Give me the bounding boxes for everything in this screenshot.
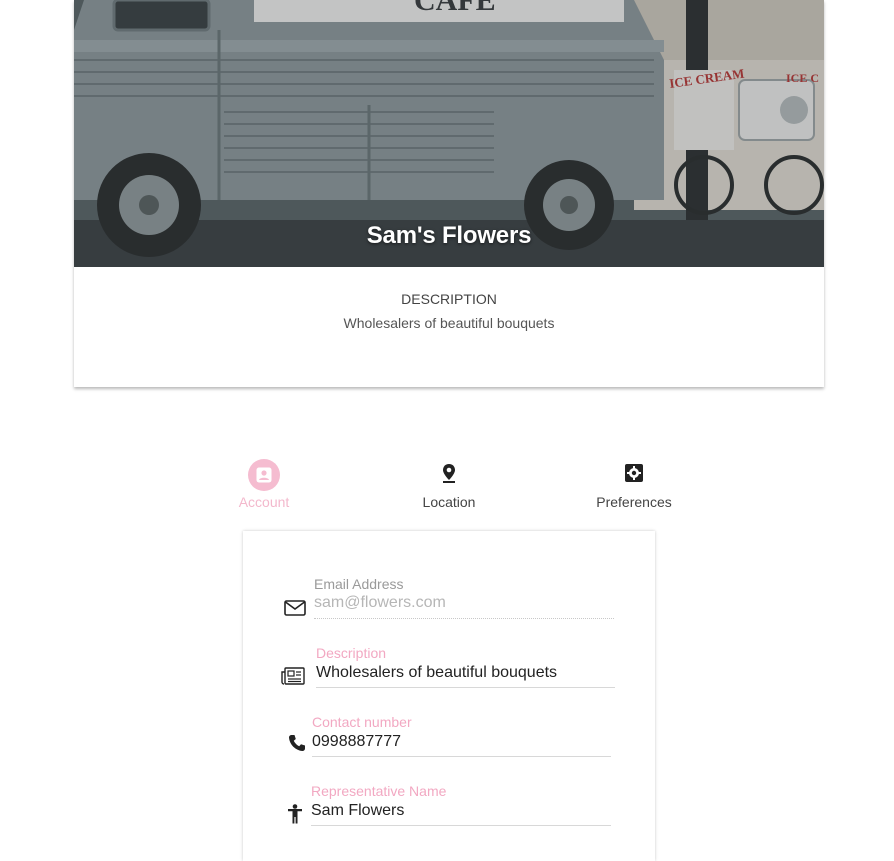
email-underline — [314, 618, 614, 619]
representative-field: Representative Name — [283, 783, 615, 829]
tab-preferences-label: Preferences — [596, 494, 672, 510]
description-text: Wholesalers of beautiful bouquets — [343, 315, 555, 331]
contact-field: Contact number — [285, 714, 615, 760]
description-input[interactable] — [316, 664, 614, 682]
contact-input[interactable] — [312, 733, 610, 751]
newspaper-icon — [281, 664, 305, 688]
email-field: Email Address — [283, 575, 615, 621]
representative-input[interactable] — [311, 802, 609, 820]
phone-icon — [285, 731, 309, 755]
envelope-icon — [283, 596, 307, 620]
representative-underline — [311, 825, 611, 826]
business-card: CAFE ICE CREAM ICE C Sam's Flowers DESCR… — [74, 0, 824, 387]
description-label: Description — [316, 645, 387, 661]
tab-account[interactable]: Account — [194, 458, 334, 510]
tab-preferences[interactable]: Preferences — [564, 458, 704, 510]
description-heading: DESCRIPTION — [401, 291, 497, 307]
business-name: Sam's Flowers — [366, 222, 532, 249]
email-label: Email Address — [314, 576, 404, 592]
tab-location[interactable]: Location — [379, 458, 519, 510]
account-form: Email Address Description Contac — [243, 531, 655, 861]
description-field: Description — [281, 645, 615, 691]
account-box-icon — [248, 459, 280, 491]
settings-box-icon — [625, 463, 643, 487]
map-pin-icon — [441, 463, 457, 488]
tab-account-label: Account — [238, 494, 290, 510]
tab-location-label: Location — [422, 494, 476, 510]
contact-label: Contact number — [312, 714, 412, 730]
representative-label: Representative Name — [311, 783, 447, 799]
email-input[interactable] — [314, 594, 614, 612]
person-icon — [283, 802, 307, 826]
hero-image: CAFE ICE CREAM ICE C Sam's Flowers — [74, 0, 824, 267]
description-underline — [316, 687, 615, 688]
contact-underline — [312, 756, 611, 757]
